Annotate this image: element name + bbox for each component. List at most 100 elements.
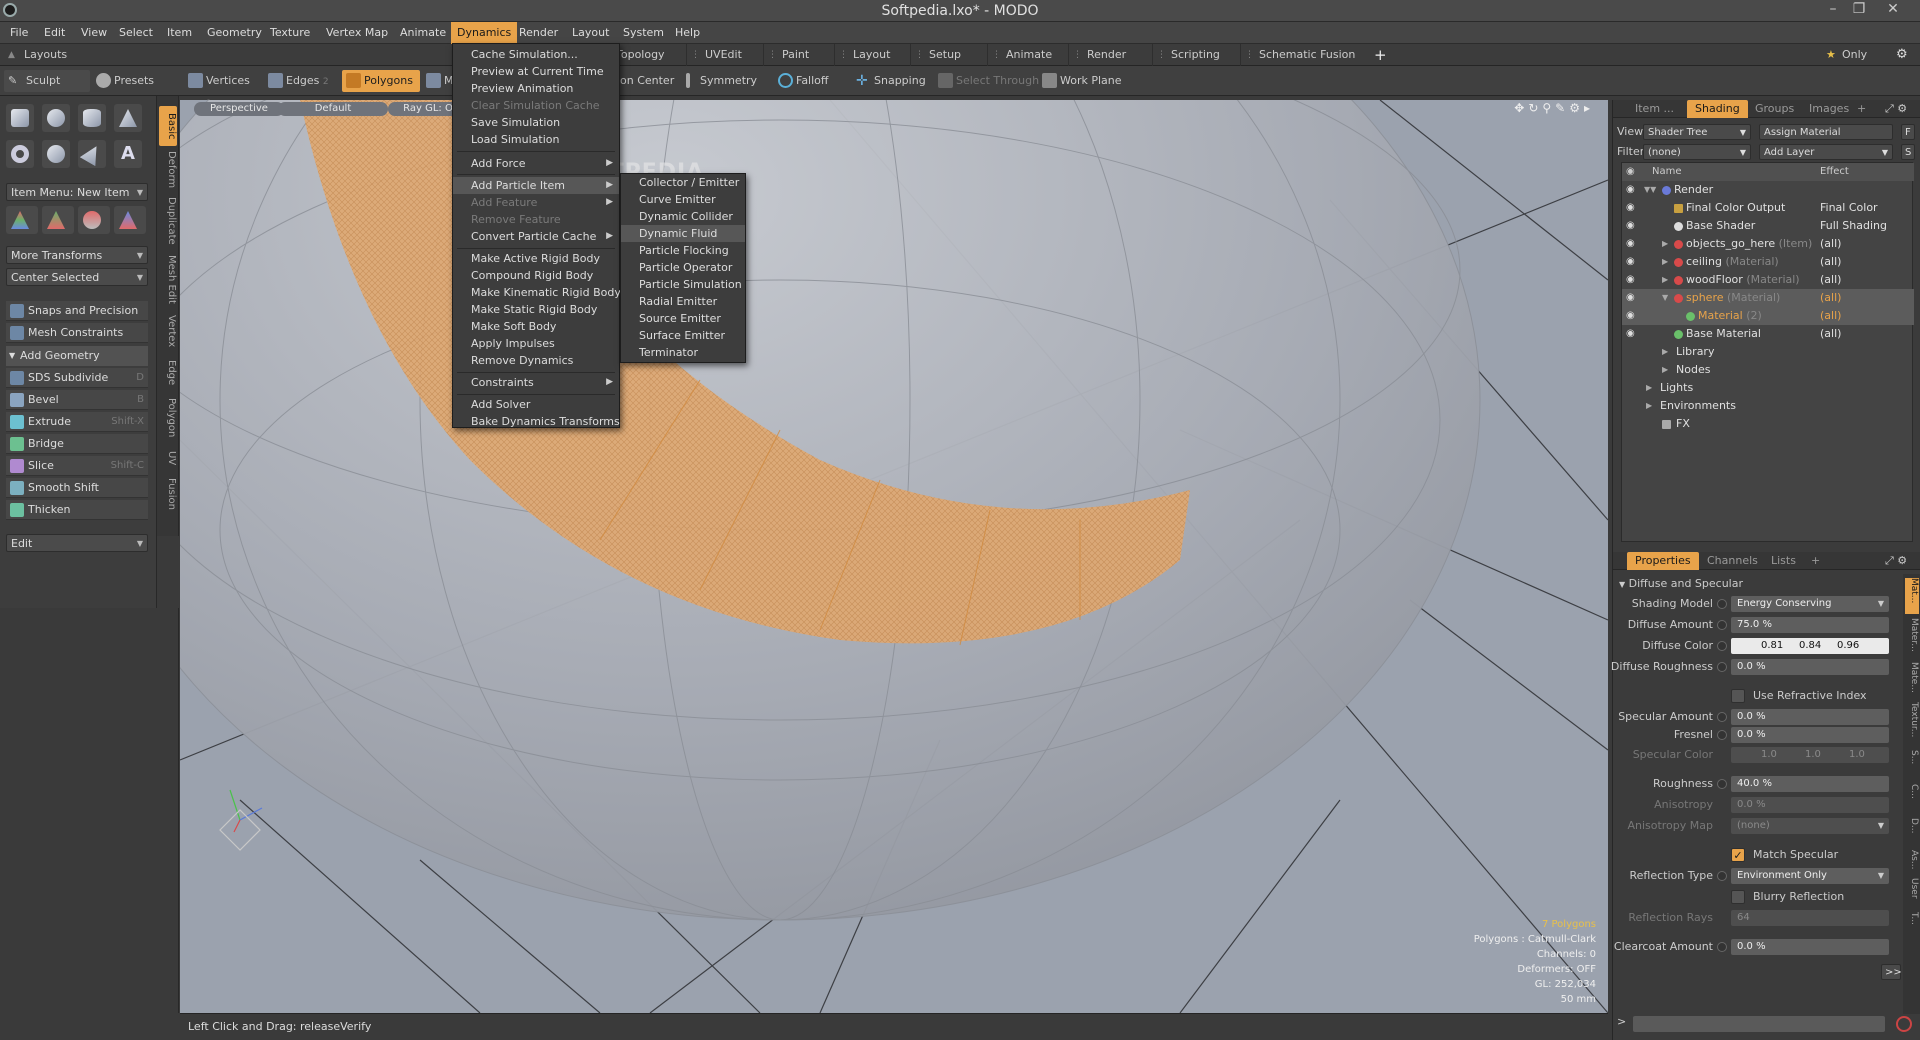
anisotropy-field[interactable]: 0.0 % xyxy=(1731,797,1889,813)
submenu-particle-flocking[interactable]: Particle Flocking xyxy=(621,242,729,259)
tab-user[interactable]: User xyxy=(1905,878,1919,908)
menu-save-simulation[interactable]: Save Simulation xyxy=(453,114,560,131)
tab-t[interactable]: T... xyxy=(1905,912,1919,936)
tree-row-woodfloor[interactable]: ◉ ▶ woodFloor (Material) (all) xyxy=(1622,271,1914,289)
slice-button[interactable]: Slice Shift-C xyxy=(6,456,148,476)
menu-preview-current-time[interactable]: Preview at Current Time xyxy=(453,63,604,80)
menu-preview-animation[interactable]: Preview Animation xyxy=(453,80,573,97)
submenu-surface-emitter[interactable]: Surface Emitter xyxy=(621,327,725,344)
submenu-radial-emitter[interactable]: Radial Emitter xyxy=(621,293,717,310)
menu-make-static-rigid-body[interactable]: Make Static Rigid Body xyxy=(453,301,597,318)
cone-tool-button[interactable] xyxy=(114,104,142,132)
tab-mat[interactable]: Mat... xyxy=(1905,578,1919,614)
command-input[interactable] xyxy=(1633,1016,1885,1032)
edges-button[interactable]: Edges 2 xyxy=(264,70,342,92)
submenu-terminator[interactable]: Terminator xyxy=(621,344,698,361)
close-icon[interactable]: ✕ xyxy=(1880,1,1906,17)
menu-layout[interactable]: Layout xyxy=(566,22,615,44)
tree-row-base-material[interactable]: ◉ Base Material (all) xyxy=(1622,325,1914,343)
tab-deform[interactable]: Deform xyxy=(159,150,177,190)
bridge-button[interactable]: Bridge xyxy=(6,434,148,454)
menu-system[interactable]: System xyxy=(617,22,670,44)
viewport-nav-icons[interactable]: ✥↻⚲✎⚙▸ xyxy=(1514,101,1594,115)
menu-remove-dynamics[interactable]: Remove Dynamics xyxy=(453,352,573,369)
snaps-precision-button[interactable]: Snaps and Precision xyxy=(6,301,148,321)
menu-animate[interactable]: Animate xyxy=(394,22,452,44)
tab-item[interactable]: Item ... xyxy=(1627,100,1682,118)
falloff-button[interactable]: Falloff xyxy=(774,70,834,92)
tree-row-lights[interactable]: ▶ Lights xyxy=(1622,379,1914,397)
assign-material-button[interactable]: Assign Material xyxy=(1759,124,1893,140)
tab-vertex[interactable]: Vertex xyxy=(159,310,177,352)
tree-row-ceiling[interactable]: ◉ ▶ ceiling (Material) (all) xyxy=(1622,253,1914,271)
pen-tool-button[interactable] xyxy=(78,140,106,168)
sphere-tool-button[interactable] xyxy=(42,104,70,132)
add-tab-icon[interactable]: + xyxy=(1849,100,1874,118)
cube-tool-button[interactable] xyxy=(6,104,34,132)
menu-item[interactable]: Item xyxy=(161,22,198,44)
submenu-particle-simulation[interactable]: Particle Simulation xyxy=(621,276,742,293)
tab-uvedit[interactable]: ⋮ UVEdit xyxy=(686,44,750,66)
menu-edit[interactable]: Edit xyxy=(38,22,71,44)
use-refractive-checkbox[interactable] xyxy=(1731,689,1745,703)
roughness-field[interactable]: 40.0 % xyxy=(1731,776,1889,792)
perspective-view-button[interactable]: Perspective xyxy=(194,102,284,116)
anisotropy-map-dropdown[interactable]: (none) ▼ xyxy=(1731,818,1889,834)
menu-constraints[interactable]: Constraints ▶ xyxy=(453,374,619,391)
submenu-collector-emitter[interactable]: Collector / Emitter xyxy=(621,174,739,191)
tab-mesh-edit[interactable]: Mesh Edit xyxy=(159,252,177,306)
menu-file[interactable]: File xyxy=(4,22,34,44)
text-tool-button[interactable]: A xyxy=(114,140,142,168)
tab-uv[interactable]: UV xyxy=(159,446,177,470)
more-button[interactable]: >> xyxy=(1881,964,1902,980)
bevel-button[interactable]: Bevel B xyxy=(6,390,148,410)
add-tab-button[interactable]: + xyxy=(1364,44,1395,66)
fresnel-field[interactable]: 0.0 % xyxy=(1731,727,1889,743)
f-button[interactable]: F xyxy=(1901,124,1915,140)
record-icon[interactable] xyxy=(1896,1016,1912,1032)
tab-mate[interactable]: Mate... xyxy=(1905,662,1919,698)
cylinder-tool-button[interactable] xyxy=(78,104,106,132)
work-plane-button[interactable]: Work Plane xyxy=(1038,70,1128,92)
polygons-button[interactable]: Polygons xyxy=(342,70,420,92)
tree-row-material[interactable]: ◉ Material (2) (all) xyxy=(1622,307,1914,325)
tab-duplicate[interactable]: Duplicate xyxy=(159,194,177,248)
tab-lists[interactable]: Lists xyxy=(1763,552,1804,570)
submenu-particle-operator[interactable]: Particle Operator xyxy=(621,259,732,276)
specular-color-field[interactable]: 1.0 1.0 1.0 xyxy=(1731,747,1889,763)
tab-layout[interactable]: ⋮ Layout xyxy=(834,44,898,66)
default-style-button[interactable]: Default xyxy=(278,102,388,116)
tab-polygon[interactable]: Polygon xyxy=(159,394,177,442)
section-header[interactable]: ▼ Diffuse and Specular xyxy=(1619,574,1743,595)
menu-render[interactable]: Render xyxy=(513,22,564,44)
add-geometry-header[interactable]: ▼ Add Geometry xyxy=(6,346,148,366)
tab-d[interactable]: D... xyxy=(1905,818,1919,846)
specular-amount-field[interactable]: 0.0 % xyxy=(1731,709,1889,725)
tab-shading[interactable]: Shading xyxy=(1687,100,1748,118)
prop-options-icon[interactable]: ⤢ ⚙ xyxy=(1877,552,1915,570)
presets-button[interactable]: Presets F6 xyxy=(92,70,172,109)
menu-geometry[interactable]: Geometry xyxy=(201,22,268,44)
restore-icon[interactable]: ❐ xyxy=(1846,1,1872,17)
tab-texture[interactable]: Textur... xyxy=(1905,702,1919,746)
clearcoat-field[interactable]: 0.0 % xyxy=(1731,939,1889,955)
menu-vertex-map[interactable]: Vertex Map xyxy=(320,22,394,44)
tab-paint[interactable]: ⋮ Paint xyxy=(763,44,817,66)
scale-tool-button[interactable] xyxy=(78,206,110,234)
menu-make-soft-body[interactable]: Make Soft Body xyxy=(453,318,556,335)
submenu-dynamic-collider[interactable]: Dynamic Collider xyxy=(621,208,733,225)
extrude-button[interactable]: Extrude Shift-X xyxy=(6,412,148,432)
tab-setup[interactable]: ⋮ Setup xyxy=(910,44,969,66)
menu-help[interactable]: Help xyxy=(669,22,706,44)
submenu-curve-emitter[interactable]: Curve Emitter xyxy=(621,191,716,208)
gear-icon[interactable]: ⚙ xyxy=(1888,44,1916,66)
tab-as[interactable]: As... xyxy=(1905,850,1919,874)
symmetry-button[interactable]: Symmetry xyxy=(678,70,763,92)
mesh-constraints-button[interactable]: Mesh Constraints xyxy=(6,323,148,343)
menu-dynamics[interactable]: Dynamics xyxy=(451,22,518,44)
add-layer-dropdown[interactable]: Add Layer ▼ xyxy=(1759,144,1893,160)
tree-row-environments[interactable]: ▶ Environments xyxy=(1622,397,1914,415)
tab-fusion[interactable]: Fusion xyxy=(159,474,177,514)
panel-options-icon[interactable]: ⤢ ⚙ xyxy=(1877,100,1915,118)
add-prop-tab-icon[interactable]: + xyxy=(1803,552,1828,570)
